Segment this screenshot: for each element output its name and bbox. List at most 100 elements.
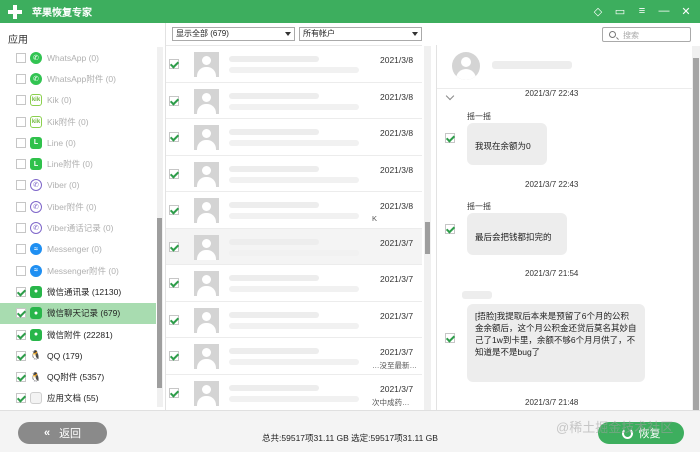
chat-detail: 2021/3/7 22:43 摇一摇 我现在余额为0 2021/3/7 22:4… xyxy=(436,45,700,410)
line-icon: L xyxy=(30,136,42,149)
message-checkbox[interactable] xyxy=(445,224,455,234)
app-sidebar: 应用 ✆ WhatsApp (0) ✆ WhatsApp附件 (0) kik Kik (0… xyxy=(0,23,166,410)
conversation-snippet: 次中成药… xyxy=(372,397,410,407)
sidebar-item[interactable]: ≈ Messenger (0) xyxy=(0,239,156,260)
sidebar-item-label: 应用文档 (55) xyxy=(47,393,99,404)
contact-name-redacted xyxy=(229,165,319,172)
conversation-date: 2021/3/7 xyxy=(380,383,414,394)
avatar xyxy=(194,125,219,150)
avatar xyxy=(194,271,219,296)
sidebar-item-checkbox[interactable] xyxy=(16,350,26,361)
sidebar-item-checkbox[interactable] xyxy=(16,244,26,255)
sidebar-item-label: WhatsApp (0) xyxy=(47,52,99,63)
conversation-checkbox[interactable] xyxy=(169,205,179,215)
conversation-row[interactable]: 2021/3/7 xyxy=(166,265,422,302)
conversation-row[interactable]: 2021/3/7 xyxy=(166,302,422,338)
contact-name-redacted xyxy=(492,61,572,69)
sidebar-item-label: Viber附件 (0) xyxy=(47,201,97,212)
kik-icon: kik xyxy=(30,94,42,107)
sidebar-item-label: 微信通讯录 (12130) xyxy=(47,286,122,297)
sidebar-item[interactable]: ✆ WhatsApp附件 (0) xyxy=(0,68,156,89)
diamond-icon[interactable]: ◇ xyxy=(590,3,606,19)
conversation-checkbox[interactable] xyxy=(169,95,179,106)
message-sender: 摇一摇 xyxy=(467,112,491,121)
conversation-row[interactable]: 2021/3/8 xyxy=(166,156,422,192)
conversation-checkbox[interactable] xyxy=(169,241,179,252)
search-input[interactable]: 搜索 xyxy=(602,27,691,42)
conversation-checkbox[interactable] xyxy=(169,314,179,325)
sidebar-item-checkbox[interactable] xyxy=(16,308,26,319)
conversation-date: 2021/3/7 xyxy=(380,347,414,357)
conversation-row[interactable]: 2021/3/8 K xyxy=(166,192,422,229)
sidebar-item-checkbox[interactable] xyxy=(16,95,26,106)
minimize-icon[interactable]: — xyxy=(656,3,672,19)
sidebar-item[interactable]: ✆ Viber附件 (0) xyxy=(0,196,156,217)
sidebar-item[interactable]: ✆ WhatsApp (0) xyxy=(0,47,156,68)
conversation-date: 2021/3/8 xyxy=(380,91,414,102)
sidebar-scroll-thumb[interactable] xyxy=(157,218,162,388)
conversation-checkbox[interactable] xyxy=(169,351,179,361)
sidebar-item-checkbox[interactable] xyxy=(16,372,26,383)
account-select[interactable]: 所有帐户 xyxy=(299,27,422,41)
sidebar-item[interactable]: 🐧 QQ (179) xyxy=(0,345,156,366)
sidebar-item-checkbox[interactable] xyxy=(16,137,26,148)
list-scroll-thumb[interactable] xyxy=(425,222,430,254)
sidebar-item-checkbox[interactable] xyxy=(16,393,26,404)
sidebar-item-checkbox[interactable] xyxy=(16,116,26,127)
sidebar-item-checkbox[interactable] xyxy=(16,180,26,191)
sidebar-item-checkbox[interactable] xyxy=(16,265,26,276)
conversation-checkbox[interactable] xyxy=(169,59,179,69)
sidebar-item-label: Kik (0) xyxy=(47,95,72,106)
conversation-row[interactable]: 2021/3/7 …没至最新… xyxy=(166,338,422,375)
close-icon[interactable]: ✕ xyxy=(678,3,694,19)
message-preview-redacted xyxy=(229,286,359,292)
conversation-date: 2021/3/7 xyxy=(380,274,414,284)
sidebar-item[interactable]: ● 微信通讯录 (12130) xyxy=(0,281,156,302)
message-checkbox[interactable] xyxy=(445,333,455,343)
message-preview-redacted xyxy=(229,140,359,146)
sidebar-item[interactable]: L Line (0) xyxy=(0,132,156,153)
conversation-row[interactable]: 2021/3/8 xyxy=(166,46,422,83)
sidebar-item[interactable]: ✆ Viber (0) xyxy=(0,175,156,196)
message-bubble: [捂脸]我提取后本来是预留了6个月的公积金余额后，这个月公积金还贷后莫名其妙自己… xyxy=(467,304,645,382)
sidebar-item[interactable]: 🐧 QQ附件 (5357) xyxy=(0,366,156,387)
conversation-row[interactable]: 2021/3/7 次中成药… xyxy=(166,375,422,411)
conversation-checkbox[interactable] xyxy=(169,132,179,142)
message-bubble: 我现在余额为0 xyxy=(467,123,547,165)
contact-name-redacted xyxy=(229,384,319,391)
sidebar-item[interactable]: kik Kik (0) xyxy=(0,90,156,111)
message-checkbox[interactable] xyxy=(445,133,455,143)
sidebar-item[interactable]: kik Kik附件 (0) xyxy=(0,111,156,132)
sidebar-item-checkbox[interactable] xyxy=(16,159,26,170)
sidebar-item-checkbox[interactable] xyxy=(16,52,26,63)
conversation-checkbox[interactable] xyxy=(169,387,179,398)
message-sender: 摇一摇 xyxy=(467,202,491,211)
sidebar-item[interactable]: ● 微信聊天记录 (679) xyxy=(0,302,156,324)
conversation-row[interactable]: 2021/3/8 xyxy=(166,119,422,156)
chat-scroll-thumb[interactable] xyxy=(693,58,699,410)
filter-select[interactable]: 显示全部 (679) xyxy=(172,27,295,41)
conversation-row[interactable]: 2021/3/7 xyxy=(166,228,422,265)
sidebar-item[interactable]: ✆ Viber通话记录 (0) xyxy=(0,217,156,238)
sidebar-item[interactable]: ≈ Messenger附件 (0) xyxy=(0,260,156,281)
sidebar-item[interactable]: 应用文档 (55) xyxy=(0,388,156,409)
sidebar-item-label: Viber通话记录 (0) xyxy=(47,223,114,234)
menu-icon[interactable]: ≡ xyxy=(634,3,650,19)
avatar xyxy=(194,198,219,223)
chat-icon[interactable]: ▭ xyxy=(612,3,628,19)
sidebar-item-checkbox[interactable] xyxy=(16,329,26,340)
messenger-icon: ≈ xyxy=(30,243,42,256)
sidebar-item-checkbox[interactable] xyxy=(16,286,26,297)
sidebar-item-checkbox[interactable] xyxy=(16,201,26,212)
chevron-down-icon[interactable] xyxy=(445,91,455,101)
avatar xyxy=(194,52,219,77)
sidebar-item[interactable]: ● 微信附件 (22281) xyxy=(0,324,156,345)
sidebar-item-checkbox[interactable] xyxy=(16,73,26,84)
conversation-checkbox[interactable] xyxy=(169,278,179,288)
sidebar-list: ✆ WhatsApp (0) ✆ WhatsApp附件 (0) kik Kik (0) ki… xyxy=(0,47,156,409)
conversation-row[interactable]: 2021/3/8 xyxy=(166,83,422,119)
conversation-checkbox[interactable] xyxy=(169,168,179,179)
sidebar-item[interactable]: L Line附件 (0) xyxy=(0,153,156,174)
sidebar-item-checkbox[interactable] xyxy=(16,223,26,234)
contact-name-redacted xyxy=(229,92,319,99)
